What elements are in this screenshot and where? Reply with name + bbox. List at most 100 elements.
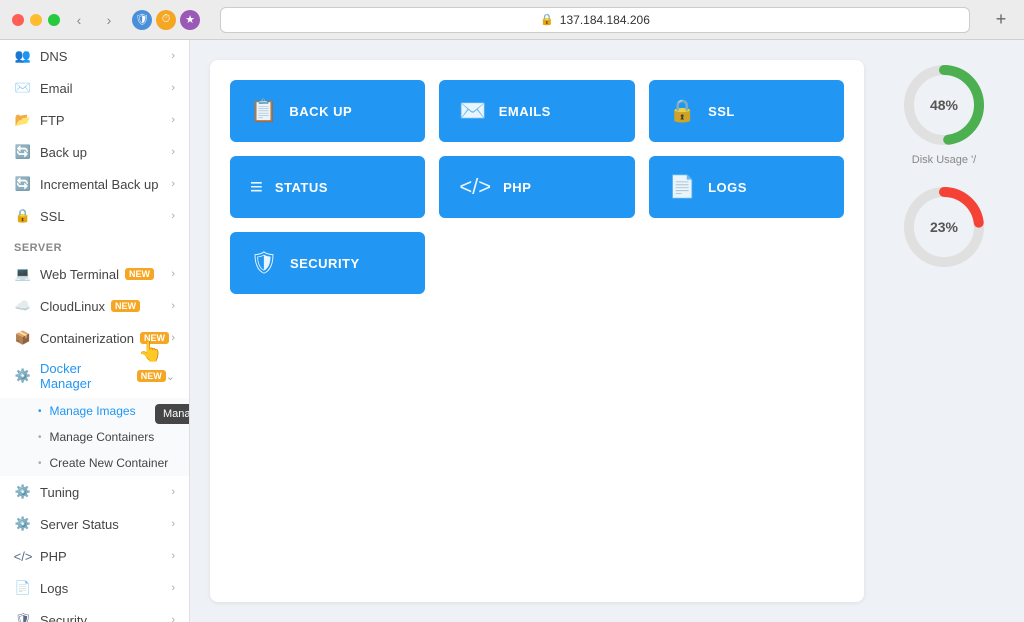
chevron-icon: › (171, 268, 175, 280)
sidebar-item-incremental[interactable]: 🔄 Incremental Back up › (0, 168, 189, 200)
sidebar-item-label: Containerization (40, 331, 134, 346)
tiles-grid: 📋 BACK UP ✉️ EMAILS 🔒 SSL ≡ STATUS < (230, 80, 844, 294)
logs-tile-icon: 📄 (669, 174, 696, 200)
emails-tile-icon: ✉️ (459, 98, 486, 124)
sidebar-item-label: Tuning (40, 485, 79, 500)
disk-usage-svg: 48% (899, 60, 989, 150)
sidebar-item-label: Incremental Back up (40, 177, 159, 192)
sidebar-item-label: Back up (40, 145, 87, 160)
close-button[interactable] (12, 14, 24, 26)
chevron-icon: › (171, 50, 175, 62)
sidebar-item-label: Email (40, 81, 73, 96)
sidebar-item-containerization[interactable]: 📦 Containerization NEW › (0, 322, 189, 354)
security-tile-icon: 🛡 (250, 250, 278, 276)
chart2-container: 23% (899, 182, 989, 272)
sidebar-item-web-terminal[interactable]: 💻 Web Terminal NEW › (0, 258, 189, 290)
server-section-header: SERVER (0, 232, 189, 258)
browser-chrome: ‹ › 🛡 ⏱ ★ 🔒 137.184.184.206 + (0, 0, 1024, 40)
manage-images-label: Manage Images (50, 404, 136, 418)
dns-icon: 👥 (14, 47, 32, 65)
sidebar-item-manage-containers[interactable]: Manage Containers (0, 424, 189, 450)
chevron-icon: › (171, 582, 175, 594)
main-panel: 📋 BACK UP ✉️ EMAILS 🔒 SSL ≡ STATUS < (210, 60, 864, 602)
extension-icon-3[interactable]: ★ (180, 10, 200, 30)
sidebar: 👥 DNS › ✉️ Email › 📂 FTP › 🔄 Back up › 🔄… (0, 40, 190, 622)
chevron-icon: › (171, 82, 175, 94)
security-tile-label: SECURITY (290, 256, 360, 271)
security-icon: 🛡 (14, 611, 32, 622)
chevron-icon: › (171, 486, 175, 498)
manage-containers-label: Manage Containers (50, 430, 155, 444)
chevron-icon: › (171, 114, 175, 126)
sidebar-item-tuning[interactable]: ⚙️ Tuning › (0, 476, 189, 508)
tooltip-manage-images: Manage Docker Images (155, 404, 190, 424)
sidebar-item-dns[interactable]: 👥 DNS › (0, 40, 189, 72)
web-terminal-icon: 💻 (14, 265, 32, 283)
chevron-icon: › (171, 518, 175, 530)
address-bar[interactable]: 🔒 137.184.184.206 (220, 7, 970, 33)
chart2-svg: 23% (899, 182, 989, 272)
sidebar-item-label: DNS (40, 49, 67, 64)
chevron-icon: › (171, 210, 175, 222)
sidebar-item-cloudlinux[interactable]: ☁️ CloudLinux NEW › (0, 290, 189, 322)
incremental-icon: 🔄 (14, 175, 32, 193)
emails-tile-label: EMAILS (499, 104, 551, 119)
php-tile-label: PHP (503, 180, 531, 195)
tile-status[interactable]: ≡ STATUS (230, 156, 425, 218)
traffic-lights (12, 14, 60, 26)
disk-usage-label: Disk Usage '/ (912, 154, 976, 166)
lock-icon: 🔒 (540, 13, 554, 26)
containerization-icon: 📦 (14, 329, 32, 347)
logs-tile-label: LOGS (708, 180, 747, 195)
tile-logs[interactable]: 📄 LOGS (649, 156, 844, 218)
tile-security[interactable]: 🛡 SECURITY (230, 232, 425, 294)
logs-icon: 📄 (14, 579, 32, 597)
sidebar-item-label: CloudLinux (40, 299, 105, 314)
chevron-expand-icon: ⌄ (166, 370, 175, 383)
email-icon: ✉️ (14, 79, 32, 97)
sidebar-item-server-status[interactable]: ⚙️ Server Status › (0, 508, 189, 540)
sidebar-item-docker-manager[interactable]: ⚙️ Docker Manager NEW ⌄ (0, 354, 189, 398)
chevron-icon: › (171, 614, 175, 622)
create-container-label: Create New Container (50, 456, 169, 470)
status-tile-icon: ≡ (250, 174, 263, 200)
sidebar-item-label: Server Status (40, 517, 119, 532)
chart2-percent: 23% (930, 219, 959, 235)
docker-icon: ⚙️ (14, 367, 32, 385)
chevron-icon: › (171, 550, 175, 562)
chevron-icon: › (171, 178, 175, 190)
sidebar-item-logs[interactable]: 📄 Logs › (0, 572, 189, 604)
tile-backup[interactable]: 📋 BACK UP (230, 80, 425, 142)
minimize-button[interactable] (30, 14, 42, 26)
tile-php[interactable]: </> PHP (439, 156, 634, 218)
php-tile-icon: </> (459, 174, 491, 200)
maximize-button[interactable] (48, 14, 60, 26)
tuning-icon: ⚙️ (14, 483, 32, 501)
sidebar-item-php[interactable]: </> PHP › (0, 540, 189, 572)
sidebar-item-label: Web Terminal (40, 267, 119, 282)
back-button[interactable]: ‹ (68, 9, 90, 31)
sidebar-item-ftp[interactable]: 📂 FTP › (0, 104, 189, 136)
chevron-icon: › (171, 332, 175, 344)
forward-button[interactable]: › (98, 9, 120, 31)
tile-emails[interactable]: ✉️ EMAILS (439, 80, 634, 142)
sidebar-item-security[interactable]: 🛡 Security › (0, 604, 189, 622)
sidebar-item-label: Logs (40, 581, 68, 596)
new-badge: NEW (111, 300, 140, 312)
docker-submenu: Manage Images Manage Docker Images Manag… (0, 398, 189, 476)
sidebar-item-ssl-top[interactable]: 🔒 SSL › (0, 200, 189, 232)
disk-usage-percent: 48% (930, 97, 959, 113)
sidebar-item-email[interactable]: ✉️ Email › (0, 72, 189, 104)
extension-icon-2[interactable]: ⏱ (156, 10, 176, 30)
sidebar-item-create-container[interactable]: Create New Container (0, 450, 189, 476)
right-panel: 48% Disk Usage '/ 23% (884, 60, 1004, 602)
tile-ssl[interactable]: 🔒 SSL (649, 80, 844, 142)
sidebar-item-backup[interactable]: 🔄 Back up › (0, 136, 189, 168)
extension-icon-1[interactable]: 🛡 (132, 10, 152, 30)
ssl-tile-icon: 🔒 (669, 98, 696, 124)
chevron-icon: › (171, 300, 175, 312)
new-badge: NEW (125, 268, 154, 280)
new-tab-button[interactable]: + (990, 9, 1012, 31)
sidebar-item-manage-images[interactable]: Manage Images Manage Docker Images (0, 398, 189, 424)
disk-usage-chart: 48% Disk Usage '/ (899, 60, 989, 166)
